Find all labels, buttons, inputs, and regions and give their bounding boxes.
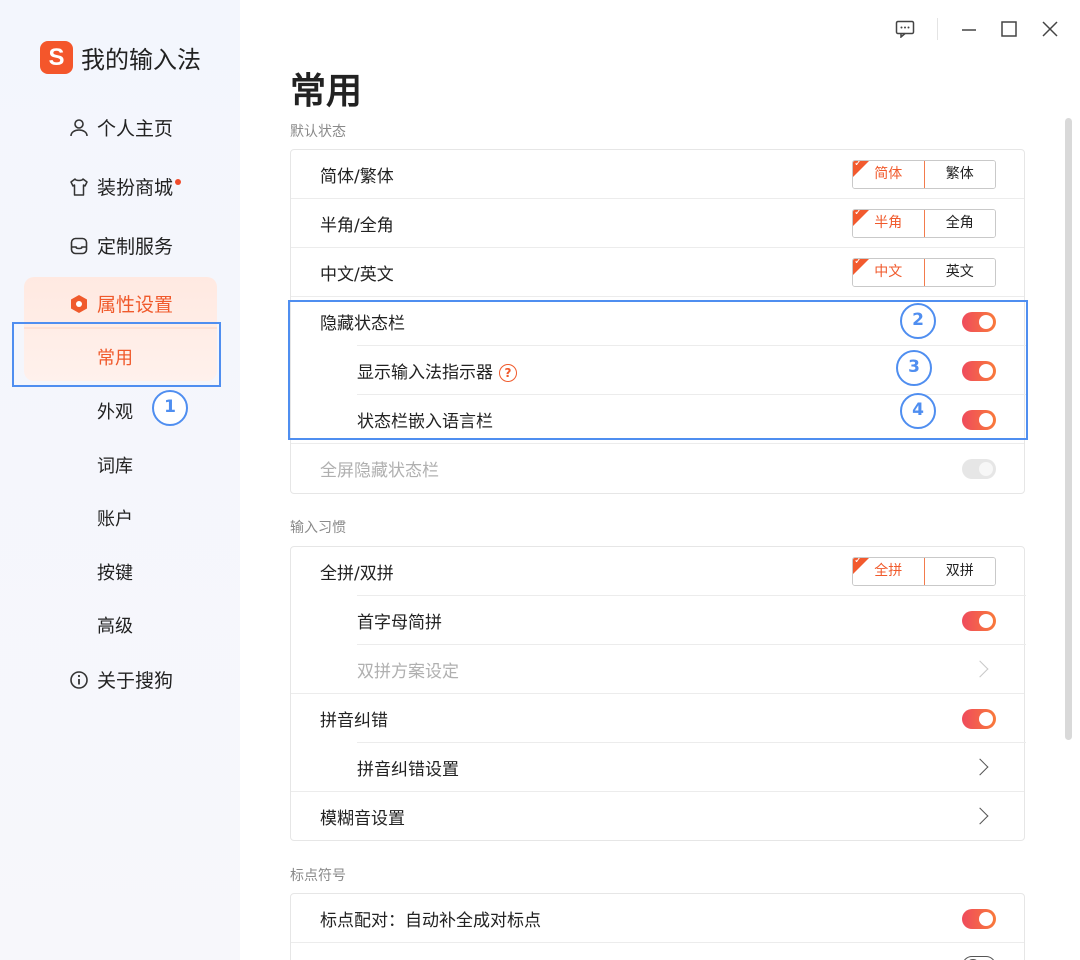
page-title: 常用 — [290, 71, 363, 112]
close-icon[interactable] — [1037, 16, 1063, 42]
segment-option-double-pinyin[interactable]: 双拼 — [924, 558, 995, 585]
segment-label: 全角 — [945, 215, 974, 231]
section-label-input-habit: 输入习惯 — [290, 520, 346, 536]
sidebar-item-label: 定制服务 — [97, 236, 174, 258]
setting-label: 简体/繁体 — [320, 167, 394, 187]
sidebar-item-store[interactable]: 装扮商城 — [68, 173, 182, 200]
sidebar-item-label: 属性设置 — [97, 294, 174, 316]
toggle-partial-row[interactable] — [962, 956, 996, 960]
setting-label: 标点配对：自动补全成对标点 — [320, 911, 541, 931]
sidebar-subitem-keys[interactable]: 按键 — [97, 559, 133, 585]
setting-row-pinyin-mode: 全拼/双拼 ✓ 全拼 双拼 — [291, 547, 1024, 596]
segment-option-chinese[interactable]: ✓ 中文 — [853, 258, 925, 286]
annotation-marker-4: 4 — [900, 393, 936, 429]
sidebar-item-profile[interactable]: 个人主页 — [68, 114, 173, 141]
chevron-right-icon[interactable] — [971, 758, 989, 776]
shirt-icon — [68, 176, 90, 198]
toggle-punctuation-pairing[interactable] — [962, 909, 996, 929]
maximize-icon[interactable] — [996, 16, 1022, 42]
divider — [291, 942, 1024, 943]
segment-option-halfwidth[interactable]: ✓ 半角 — [853, 209, 925, 237]
setting-label: 首字母简拼 — [357, 613, 442, 633]
app-logo: S 我的输入法 — [40, 40, 201, 75]
annotation-marker-1: 1 — [152, 390, 188, 426]
setting-row-punctuation-pairing: 标点配对：自动补全成对标点 — [291, 894, 1024, 943]
user-icon — [68, 117, 90, 139]
hexagon-settings-icon — [68, 293, 90, 315]
check-icon: ✓ — [854, 160, 863, 169]
setting-label: 全屏隐藏状态栏 — [320, 461, 439, 481]
segment-option-full-pinyin[interactable]: ✓ 全拼 — [853, 557, 925, 585]
setting-label: 全拼/双拼 — [320, 564, 394, 584]
annotation-box-1 — [12, 322, 221, 387]
sidebar-subitem-lexicon[interactable]: 词库 — [97, 452, 133, 478]
sidebar-item-settings[interactable]: 属性设置 — [68, 290, 173, 317]
segment-label: 双拼 — [945, 563, 974, 579]
segment-label: 繁体 — [945, 166, 974, 182]
check-icon: ✓ — [854, 209, 863, 218]
segment-label: 半角 — [874, 215, 903, 231]
setting-row-halfwidth-fullwidth: 半角/全角 ✓ 半角 全角 — [291, 199, 1024, 248]
check-icon: ✓ — [854, 258, 863, 267]
sidebar-subitem-advanced[interactable]: 高级 — [97, 612, 133, 638]
sidebar-subitem-account[interactable]: 账户 — [97, 505, 133, 531]
setting-row-pinyin-correction-settings[interactable]: 拼音纠错设置 — [291, 743, 1024, 792]
setting-label: 半角/全角 — [320, 216, 394, 236]
segmented-simplified-traditional[interactable]: ✓ 简体 繁体 — [852, 160, 996, 189]
toggle-fullscreen-hide[interactable] — [962, 459, 996, 479]
feedback-icon[interactable] — [892, 16, 918, 42]
sidebar-item-about[interactable]: 关于搜狗 — [68, 666, 173, 693]
box-icon — [68, 235, 90, 257]
app-title: 我的输入法 — [81, 46, 201, 74]
scrollbar[interactable] — [1065, 118, 1072, 740]
setting-row-pinyin-correction: 拼音纠错 — [291, 694, 1024, 743]
segment-option-traditional[interactable]: 繁体 — [924, 161, 995, 188]
chevron-right-icon[interactable] — [971, 807, 989, 825]
segmented-chinese-english[interactable]: ✓ 中文 英文 — [852, 258, 996, 287]
segment-label: 全拼 — [874, 563, 903, 579]
setting-label: 中文/英文 — [320, 265, 394, 285]
divider — [937, 18, 938, 40]
check-icon: ✓ — [854, 557, 863, 566]
chevron-right-icon[interactable] — [971, 660, 989, 678]
annotation-marker-2: 2 — [900, 303, 936, 339]
setting-label: 模糊音设置 — [320, 809, 405, 829]
setting-row-simplified-traditional: 简体/繁体 ✓ 简体 繁体 — [291, 150, 1024, 199]
sidebar-item-label: 装扮商城 — [97, 177, 174, 199]
info-icon — [68, 669, 90, 691]
section-label-punctuation: 标点符号 — [290, 868, 346, 884]
segment-label: 简体 — [874, 166, 903, 182]
sogou-logo-icon: S — [40, 41, 73, 74]
toggle-pinyin-correction[interactable] — [962, 709, 996, 729]
setting-row-fullscreen-hide: 全屏隐藏状态栏 — [291, 444, 1024, 493]
section-label-default-state: 默认状态 — [290, 124, 346, 140]
minimize-icon[interactable] — [956, 16, 982, 42]
setting-row-double-pinyin-scheme[interactable]: 双拼方案设定 — [291, 645, 1024, 694]
sidebar: S 我的输入法 个人主页 装扮商城 定制服务 属性设置 常用 外观 词库 账户 … — [0, 0, 240, 960]
card-punctuation: 标点配对：自动补全成对标点 — [290, 893, 1025, 960]
segmented-halfwidth-fullwidth[interactable]: ✓ 半角 全角 — [852, 209, 996, 238]
sidebar-item-custom-service[interactable]: 定制服务 — [68, 232, 173, 259]
card-input-habit: 全拼/双拼 ✓ 全拼 双拼 首字母简拼 双拼方案设定 拼音纠错 拼音纠错设置 模糊… — [290, 546, 1026, 841]
segment-label: 英文 — [945, 264, 974, 280]
toggle-initial-abbrev[interactable] — [962, 611, 996, 631]
annotation-marker-3: 3 — [896, 350, 932, 386]
setting-row-initial-abbrev: 首字母简拼 — [291, 596, 1024, 645]
sidebar-subitem-appearance[interactable]: 外观 — [97, 398, 133, 424]
segment-option-fullwidth[interactable]: 全角 — [924, 210, 995, 237]
setting-row-fuzzy-sound[interactable]: 模糊音设置 — [291, 792, 1024, 841]
setting-label: 拼音纠错 — [320, 711, 388, 731]
segment-option-simplified[interactable]: ✓ 简体 — [853, 160, 925, 188]
sidebar-item-label: 个人主页 — [97, 118, 174, 140]
setting-label: 双拼方案设定 — [357, 662, 459, 682]
setting-row-chinese-english: 中文/英文 ✓ 中文 英文 — [291, 248, 1024, 297]
setting-label: 拼音纠错设置 — [357, 760, 459, 780]
segment-option-english[interactable]: 英文 — [924, 259, 995, 286]
segmented-pinyin-mode[interactable]: ✓ 全拼 双拼 — [852, 557, 996, 586]
sidebar-item-label: 关于搜狗 — [97, 670, 174, 692]
notification-dot — [175, 178, 182, 185]
segment-label: 中文 — [874, 264, 903, 280]
